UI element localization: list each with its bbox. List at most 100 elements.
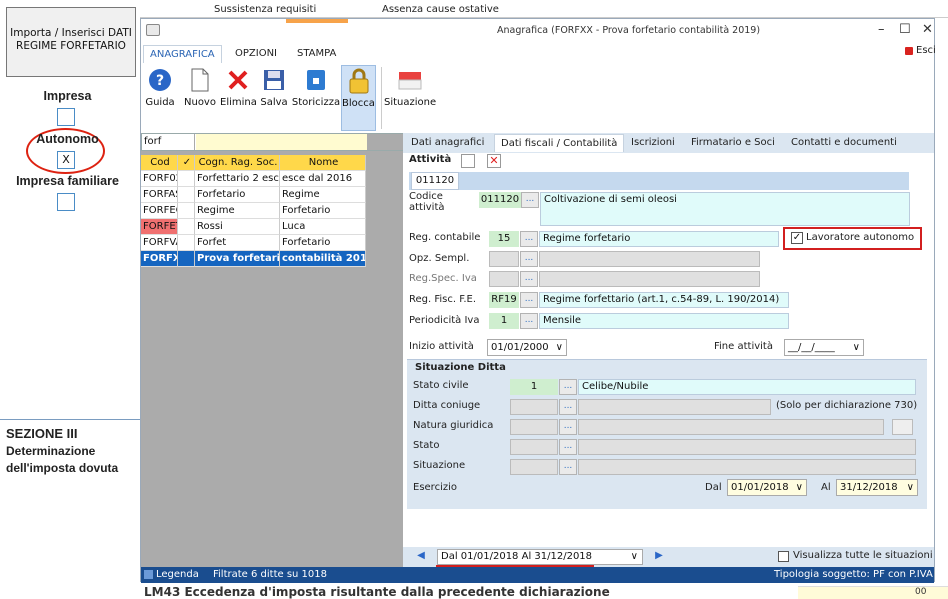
- attivita-add-icon[interactable]: [461, 154, 475, 168]
- nuovo-button[interactable]: Nuovo: [182, 67, 218, 108]
- reg-contabile-code[interactable]: 15: [489, 231, 519, 247]
- elimina-button[interactable]: Elimina: [220, 67, 257, 108]
- esercizio-dal-date[interactable]: 01/01/2018 ∨: [727, 479, 807, 496]
- autonomo-checkbox[interactable]: X: [57, 151, 75, 169]
- ribbon-tab-opzioni[interactable]: OPZIONI: [229, 45, 283, 63]
- ditta-coniuge-lookup[interactable]: ...: [559, 399, 577, 415]
- top-item-sussistenza[interactable]: Sussistenza requisiti: [214, 4, 316, 15]
- situation-icon: [397, 67, 423, 93]
- cell-nome: Forfetario: [280, 203, 366, 219]
- import-forfetario-button[interactable]: Importa / Inserisci DATI REGIME FORFETAR…: [6, 7, 136, 77]
- minimize-icon[interactable]: –: [878, 22, 885, 37]
- maximize-icon[interactable]: ☐: [899, 22, 911, 37]
- situazione-lookup[interactable]: ...: [559, 459, 577, 475]
- close-icon[interactable]: ✕: [922, 22, 933, 37]
- table-row[interactable]: FORFET Rossi Luca: [141, 219, 366, 235]
- stampa-accent: [286, 19, 348, 23]
- ribbon-tab-stampa[interactable]: STAMPA: [291, 45, 342, 63]
- legend-link[interactable]: Legenda: [156, 569, 199, 580]
- table-row[interactable]: FORF02 Forfettario 2 esclesce dal 2016: [141, 171, 366, 187]
- app-icon: [146, 24, 160, 36]
- stato-civile-lookup[interactable]: ...: [559, 379, 577, 395]
- storicizza-button[interactable]: Storicizza: [291, 67, 341, 108]
- exit-button[interactable]: Esci: [916, 45, 936, 56]
- reg-contabile-lookup[interactable]: ...: [520, 231, 538, 247]
- prev-period-icon[interactable]: ◀: [411, 550, 431, 564]
- col-header-check[interactable]: ✓: [178, 155, 195, 171]
- tab-contatti-documenti[interactable]: Contatti e documenti: [785, 134, 903, 152]
- situazione-button[interactable]: Situazione: [384, 67, 436, 108]
- tab-dati-fiscali[interactable]: Dati fiscali / Contabilità: [494, 134, 625, 152]
- situazione-code[interactable]: [510, 459, 558, 475]
- cell-cognome: Forfet: [195, 235, 280, 251]
- grid-header: Cod ✓ Cogn. Rag. Soc. Nome: [141, 155, 366, 171]
- col-header-cognome[interactable]: Cogn. Rag. Soc.: [195, 155, 280, 171]
- impresa-label: Impresa: [43, 89, 92, 103]
- top-item-assenza[interactable]: Assenza cause ostative: [382, 4, 499, 15]
- codice-attivita-value[interactable]: 011120: [479, 192, 521, 208]
- cell-nome: Luca: [280, 219, 366, 235]
- next-period-icon[interactable]: ▶: [649, 550, 669, 564]
- esercizio-al-date[interactable]: 31/12/2018 ∨: [836, 479, 918, 496]
- opz-sempl-code[interactable]: [489, 251, 519, 267]
- table-row[interactable]: FORFEC RegimeForfetario: [141, 203, 366, 219]
- reg-fisc-label: Reg. Fisc. F.E.: [409, 294, 477, 305]
- tab-dati-anagrafici[interactable]: Dati anagrafici: [405, 134, 490, 152]
- legend-icon: [144, 570, 153, 579]
- section-divider: [0, 419, 140, 420]
- reg-fisc-lookup[interactable]: ...: [520, 292, 538, 308]
- impresa-checkbox[interactable]: [57, 108, 75, 126]
- table-row[interactable]: FORFVA ForfetForfetario: [141, 235, 366, 251]
- periodicita-iva-lookup[interactable]: ...: [520, 313, 538, 329]
- ditta-coniuge-code[interactable]: [510, 399, 558, 415]
- reg-fisc-code[interactable]: RF19: [489, 292, 519, 308]
- tab-firmatario-soci[interactable]: Firmatario e Soci: [685, 134, 781, 152]
- reg-spec-iva-lookup[interactable]: ...: [520, 271, 538, 287]
- ribbon-tab-anagrafica[interactable]: ANAGRAFICA: [143, 45, 222, 63]
- natura-giuridica-desc: [578, 419, 884, 435]
- search-input-row: forf: [141, 133, 403, 151]
- table-row[interactable]: FORFAS Forfetario Regime: [141, 187, 366, 203]
- opz-sempl-lookup[interactable]: ...: [520, 251, 538, 267]
- show-all-checkbox[interactable]: [778, 551, 789, 562]
- lm43-text: LM43 Eccedenza d'imposta risultante dall…: [144, 585, 610, 599]
- period-navigator: ◀ Dal 01/01/2018 Al 31/12/2018 ∨ ▶ Visua…: [403, 547, 934, 567]
- esercizio-dal-label: Dal: [705, 482, 722, 493]
- col-header-nome[interactable]: Nome: [280, 155, 366, 171]
- salva-button[interactable]: Salva: [259, 67, 289, 108]
- impresa-familiare-checkbox[interactable]: [57, 193, 75, 211]
- cell-cognome: Regime: [195, 203, 280, 219]
- stato-civile-label: Stato civile: [413, 380, 469, 391]
- attivita-code-tab[interactable]: 011120: [411, 172, 459, 190]
- cell-nome: esce dal 2016: [280, 171, 366, 187]
- fine-attivita-date[interactable]: __/__/____ ∨: [784, 339, 864, 356]
- table-row[interactable]: FORFXX Prova forfetariocontabilità 201: [141, 251, 366, 267]
- guida-button[interactable]: ? Guida: [144, 67, 176, 108]
- blocca-button[interactable]: Blocca: [341, 65, 376, 131]
- search-input[interactable]: forf: [142, 134, 195, 150]
- codice-attivita-lookup[interactable]: ...: [521, 192, 539, 208]
- lavoratore-autonomo-checkbox[interactable]: ✓: [791, 232, 803, 244]
- autonomo-label: Autonomo: [36, 132, 99, 146]
- col-header-cod[interactable]: Cod: [141, 155, 178, 171]
- tab-iscrizioni[interactable]: Iscrizioni: [625, 134, 681, 152]
- reg-spec-iva-code[interactable]: [489, 271, 519, 287]
- reg-fisc-desc: Regime forfettario (art.1, c.54-89, L. 1…: [539, 292, 789, 308]
- inizio-attivita-date[interactable]: 01/01/2000 ∨: [487, 339, 567, 356]
- attivita-delete-icon[interactable]: ✕: [487, 154, 501, 168]
- cell-cognome: Forfetario: [195, 187, 280, 203]
- periodicita-iva-code[interactable]: 1: [489, 313, 519, 329]
- period-select[interactable]: Dal 01/01/2018 Al 31/12/2018 ∨: [437, 549, 643, 565]
- cell-cod: FORFVA: [141, 235, 178, 251]
- codice-attivita-label: Codice attività: [409, 191, 445, 213]
- search-filter-input[interactable]: [196, 134, 367, 150]
- stato-civile-desc: Celibe/Nubile: [578, 379, 916, 395]
- show-all-label: Visualizza tutte le situazioni: [793, 550, 933, 561]
- filter-count: Filtrate 6 ditte su 1018: [213, 569, 328, 580]
- stato-code[interactable]: [510, 439, 558, 455]
- stato-lookup[interactable]: ...: [559, 439, 577, 455]
- stato-civile-code[interactable]: 1: [510, 379, 558, 395]
- natura-giuridica-lookup[interactable]: ...: [559, 419, 577, 435]
- natura-giuridica-code[interactable]: [510, 419, 558, 435]
- natura-giuridica-edit-icon[interactable]: [892, 419, 913, 435]
